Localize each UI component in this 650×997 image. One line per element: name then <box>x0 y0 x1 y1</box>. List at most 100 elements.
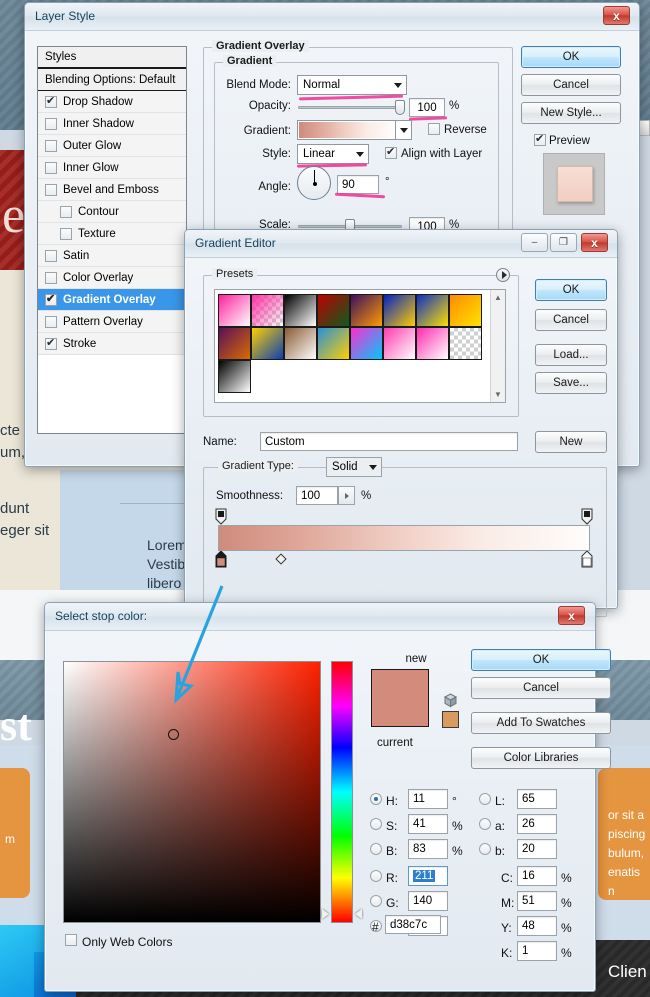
color-stop-left[interactable] <box>215 551 227 567</box>
preset-swatch[interactable] <box>284 294 317 327</box>
style-enable-checkbox[interactable] <box>45 184 57 196</box>
color-picker-close-button[interactable]: x <box>558 606 585 625</box>
style-enable-checkbox[interactable] <box>45 140 57 152</box>
preset-swatch[interactable] <box>251 294 284 327</box>
color-field-cursor[interactable] <box>168 729 179 740</box>
style-enable-checkbox[interactable] <box>45 338 57 350</box>
out-of-gamut-cube-icon[interactable] <box>443 693 458 708</box>
color-libraries-button[interactable]: Color Libraries <box>471 747 611 769</box>
preset-swatch[interactable] <box>416 327 449 360</box>
preset-swatch[interactable] <box>449 327 482 360</box>
preset-swatch[interactable] <box>449 294 482 327</box>
styles-list-item[interactable]: Outer Glow <box>38 135 186 157</box>
hue-slider-arrow-left[interactable] <box>322 909 329 919</box>
color-field-input[interactable]: 1 <box>517 941 557 961</box>
styles-list[interactable]: Styles Blending Options: DefaultDrop Sha… <box>37 46 187 434</box>
color-field-input[interactable]: 51 <box>517 891 557 911</box>
gradient-picker[interactable] <box>297 120 412 140</box>
styles-list-item[interactable]: Texture <box>38 223 186 245</box>
styles-list-item[interactable]: Satin <box>38 245 186 267</box>
saturation-brightness-field[interactable] <box>63 661 321 923</box>
new-preset-button[interactable]: New <box>535 431 607 453</box>
add-to-swatches-button[interactable]: Add To Swatches <box>471 712 611 734</box>
color-mode-radio[interactable] <box>370 818 382 830</box>
gradient-editor-cancel-button[interactable]: Cancel <box>535 309 607 331</box>
style-select[interactable]: Linear <box>297 144 369 164</box>
smoothness-stepper[interactable] <box>338 486 355 505</box>
angle-dial[interactable] <box>297 166 331 200</box>
preset-swatch[interactable] <box>218 327 251 360</box>
layer-style-cancel-button[interactable]: Cancel <box>521 74 621 96</box>
color-field-input[interactable]: 11 <box>408 789 448 809</box>
styles-list-item[interactable]: Inner Glow <box>38 157 186 179</box>
color-field-input[interactable]: 26 <box>517 814 557 834</box>
style-enable-checkbox[interactable] <box>60 228 72 240</box>
only-web-colors-checkbox[interactable] <box>65 934 77 946</box>
opacity-input[interactable]: 100 <box>409 98 445 117</box>
styles-list-item[interactable]: Contour <box>38 201 186 223</box>
color-field-input[interactable]: 83 <box>408 839 448 859</box>
preset-swatch[interactable] <box>350 327 383 360</box>
styles-list-item[interactable]: Inner Shadow <box>38 113 186 135</box>
gradient-strip[interactable] <box>218 525 590 551</box>
name-input[interactable]: Custom <box>260 432 518 451</box>
preset-swatch[interactable] <box>284 327 317 360</box>
color-field-input[interactable]: 16 <box>517 866 557 886</box>
reverse-checkbox[interactable] <box>428 123 440 135</box>
styles-list-item[interactable]: Gradient Overlay <box>38 289 186 311</box>
styles-list-item[interactable]: Color Overlay <box>38 267 186 289</box>
color-field-input[interactable]: 211 <box>408 866 448 886</box>
new-style-button[interactable]: New Style... <box>521 102 621 124</box>
opacity-slider-track[interactable] <box>298 106 402 109</box>
hue-slider[interactable] <box>331 661 353 923</box>
opacity-stop-right[interactable] <box>581 508 593 524</box>
opacity-slider-thumb[interactable] <box>395 100 405 115</box>
chevron-down-icon[interactable] <box>395 121 411 139</box>
gradient-editor-close-button[interactable]: x <box>581 233 608 252</box>
color-mode-radio[interactable] <box>370 870 382 882</box>
preset-swatch[interactable] <box>218 294 251 327</box>
preset-swatch[interactable] <box>350 294 383 327</box>
preset-swatch[interactable] <box>416 294 449 327</box>
style-enable-checkbox[interactable] <box>45 162 57 174</box>
color-field-input[interactable]: 20 <box>517 839 557 859</box>
style-enable-checkbox[interactable] <box>45 316 57 328</box>
color-mode-radio[interactable] <box>479 843 491 855</box>
color-stop-right[interactable] <box>581 551 593 567</box>
color-picker-titlebar[interactable]: Select stop color: x <box>45 603 595 631</box>
blend-mode-select[interactable]: Normal <box>297 75 407 95</box>
color-mode-radio[interactable] <box>370 895 382 907</box>
layer-style-ok-button[interactable]: OK <box>521 46 621 68</box>
style-enable-checkbox[interactable] <box>45 96 57 108</box>
style-enable-checkbox[interactable] <box>45 272 57 284</box>
preset-swatch[interactable] <box>317 294 350 327</box>
styles-list-item[interactable]: Pattern Overlay <box>38 311 186 333</box>
preset-swatch[interactable] <box>383 327 416 360</box>
opacity-stop-left[interactable] <box>215 508 227 524</box>
out-of-gamut-alt-swatch[interactable] <box>442 711 459 728</box>
gradient-type-select[interactable]: Solid <box>326 457 382 477</box>
color-mode-radio[interactable] <box>479 818 491 830</box>
maximize-icon[interactable]: ❐ <box>550 233 577 252</box>
color-field-input[interactable]: 48 <box>517 916 557 936</box>
layer-style-close-button[interactable]: x <box>603 6 630 25</box>
preset-swatch[interactable] <box>317 327 350 360</box>
styles-list-item[interactable]: Bevel and Emboss <box>38 179 186 201</box>
preset-swatch[interactable] <box>383 294 416 327</box>
preview-checkbox[interactable] <box>534 134 546 146</box>
style-enable-checkbox[interactable] <box>45 294 57 306</box>
style-enable-checkbox[interactable] <box>60 206 72 218</box>
minimize-icon[interactable]: – <box>521 233 548 252</box>
color-mode-radio[interactable] <box>370 793 382 805</box>
load-button[interactable]: Load... <box>535 344 607 366</box>
color-field-input[interactable]: 140 <box>408 891 448 911</box>
align-with-layer-checkbox[interactable] <box>385 147 397 159</box>
scroll-down-icon[interactable]: ▼ <box>491 387 505 402</box>
preset-swatch[interactable] <box>218 360 251 393</box>
styles-list-item[interactable]: Blending Options: Default <box>38 69 186 91</box>
style-enable-checkbox[interactable] <box>45 250 57 262</box>
gradient-editor-titlebar[interactable]: Gradient Editor – ❐ x <box>185 230 617 258</box>
color-picker-ok-button[interactable]: OK <box>471 649 611 671</box>
gradient-editor-ok-button[interactable]: OK <box>535 279 607 301</box>
color-mode-radio[interactable] <box>479 793 491 805</box>
